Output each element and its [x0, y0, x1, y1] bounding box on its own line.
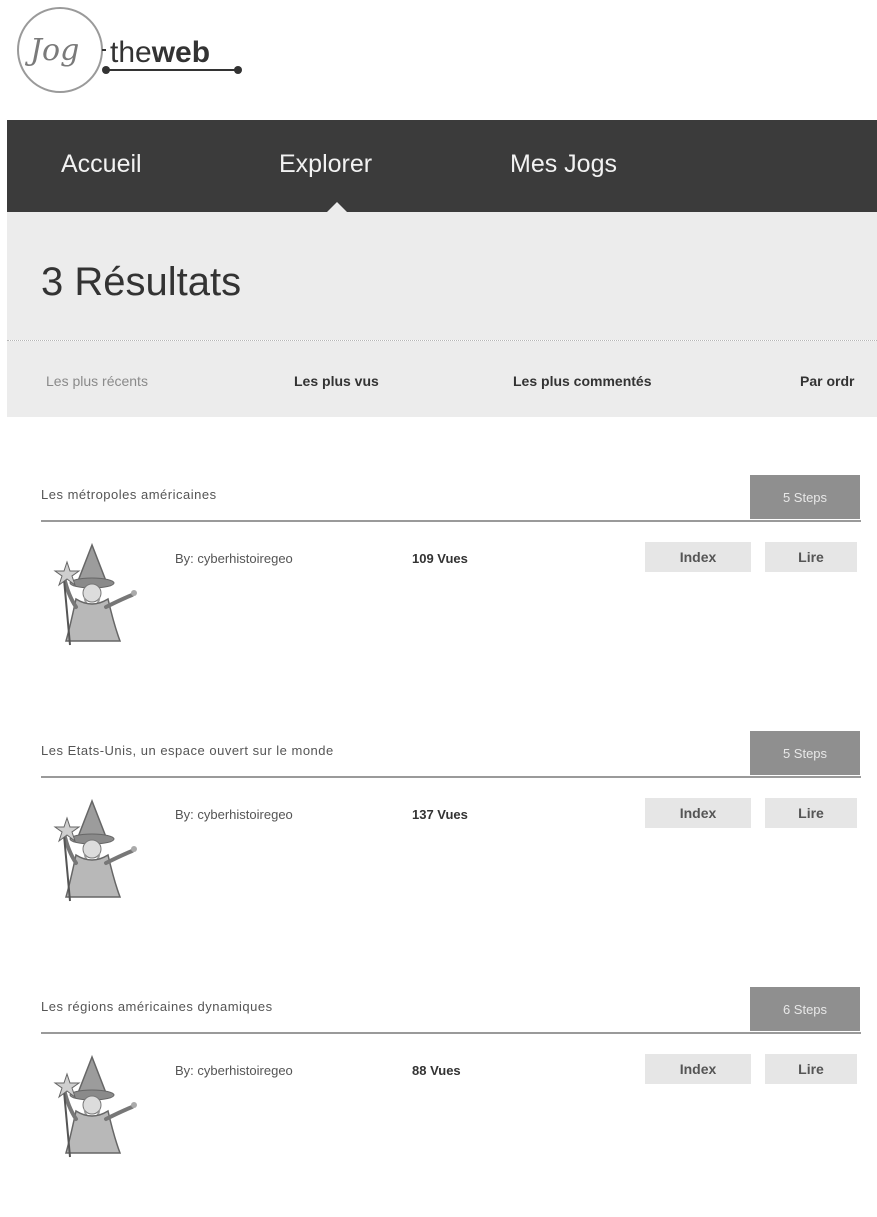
result-author[interactable]: By: cyberhistoiregeo — [175, 807, 293, 822]
result-views: 137 Vues — [412, 807, 468, 822]
index-button[interactable]: Index — [645, 542, 751, 572]
wizard-icon — [48, 537, 144, 647]
result-title[interactable]: Les métropoles américaines — [41, 487, 217, 502]
steps-badge[interactable]: 5 Steps — [750, 731, 860, 775]
svg-text:theweb: theweb — [110, 36, 210, 69]
sort-bar: Les plus récents Les plus vus Les plus c… — [7, 341, 877, 417]
jogtheweb-logo[interactable]: Jog theweb — [14, 4, 254, 96]
nav-accueil[interactable]: Accueil — [61, 150, 142, 179]
active-nav-pointer — [327, 202, 347, 212]
result-divider — [41, 1032, 861, 1034]
steps-badge[interactable]: 6 Steps — [750, 987, 860, 1031]
nav-explorer[interactable]: Explorer — [279, 150, 372, 179]
sort-most-viewed[interactable]: Les plus vus — [294, 373, 379, 389]
wizard-icon — [48, 793, 144, 903]
logo-graphic: Jog theweb — [17, 7, 242, 93]
result-views: 109 Vues — [412, 551, 468, 566]
index-button[interactable]: Index — [645, 1054, 751, 1084]
main-navbar: Accueil Explorer Mes Jogs — [7, 120, 877, 212]
read-button[interactable]: Lire — [765, 798, 857, 828]
results-header: 3 Résultats — [7, 212, 877, 340]
result-author[interactable]: By: cyberhistoiregeo — [175, 1063, 293, 1078]
wizard-icon — [48, 1049, 144, 1159]
result-title[interactable]: Les Etats-Unis, un espace ouvert sur le … — [41, 743, 334, 758]
sort-by-order[interactable]: Par ordr — [800, 373, 854, 389]
nav-mes-jogs[interactable]: Mes Jogs — [510, 150, 617, 179]
result-card: Les métropoles américaines 5 Steps By: c… — [0, 475, 877, 705]
result-title[interactable]: Les régions américaines dynamiques — [41, 999, 273, 1014]
svg-text:Jog: Jog — [24, 33, 79, 68]
index-button[interactable]: Index — [645, 798, 751, 828]
result-card: Les régions américaines dynamiques 6 Ste… — [0, 987, 877, 1217]
read-button[interactable]: Lire — [765, 1054, 857, 1084]
result-card: Les Etats-Unis, un espace ouvert sur le … — [0, 731, 877, 961]
result-divider — [41, 776, 861, 778]
result-views: 88 Vues — [412, 1063, 461, 1078]
sort-most-recent[interactable]: Les plus récents — [46, 373, 148, 389]
sort-most-commented[interactable]: Les plus commentés — [513, 373, 652, 389]
result-author[interactable]: By: cyberhistoiregeo — [175, 551, 293, 566]
read-button[interactable]: Lire — [765, 542, 857, 572]
steps-badge[interactable]: 5 Steps — [750, 475, 860, 519]
page-title: 3 Résultats — [41, 260, 242, 304]
result-divider — [41, 520, 861, 522]
